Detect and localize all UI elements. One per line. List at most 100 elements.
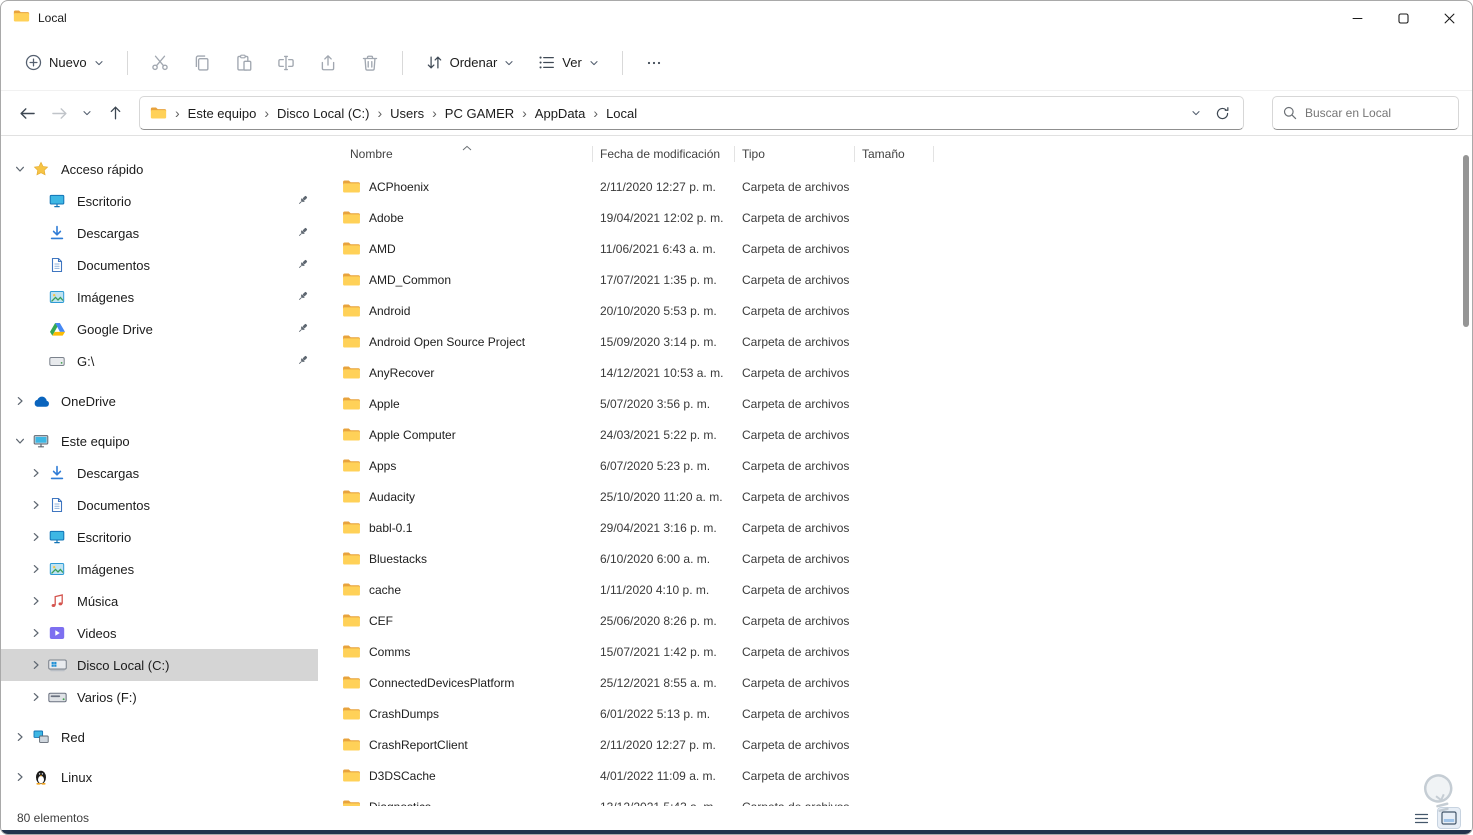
file-type: Carpeta de archivos (742, 210, 850, 225)
file-row[interactable]: AnyRecover 14/12/2021 10:53 a. m. Carpeta … (342, 357, 1472, 388)
sidebar-item[interactable]: Escritorio (1, 521, 318, 553)
file-row[interactable]: Android 20/10/2020 5:53 p. m. Carpeta de a… (342, 295, 1472, 326)
minimize-button[interactable] (1334, 1, 1380, 35)
chevron-right-icon[interactable] (11, 732, 29, 742)
copy-button[interactable] (183, 46, 221, 80)
file-row[interactable]: cache 1/11/2020 4:10 p. m. Carpeta de arch… (342, 574, 1472, 605)
breadcrumb-segment[interactable]: PC GAMER (445, 106, 514, 121)
sidebar-item[interactable]: Descargas (1, 217, 318, 249)
paste-button[interactable] (225, 46, 263, 80)
cut-button[interactable] (141, 46, 179, 80)
file-row[interactable]: CrashDumps 6/01/2022 5:13 p. m. Carpeta de… (342, 698, 1472, 729)
sidebar-item[interactable]: Imágenes (1, 281, 318, 313)
sidebar-item[interactable]: G:\ (1, 345, 318, 377)
delete-button[interactable] (351, 46, 389, 80)
breadcrumb-segment[interactable]: Users (390, 106, 424, 121)
column-header-size[interactable]: Tamaño (854, 137, 934, 171)
file-row[interactable]: CrashReportClient 2/11/2020 12:27 p. m. Ca… (342, 729, 1472, 760)
view-button[interactable]: Ver (528, 46, 609, 79)
breadcrumb-segment[interactable]: Local (606, 106, 637, 121)
breadcrumb-segment[interactable]: Disco Local (C:) (277, 106, 369, 121)
chevron-right-icon[interactable] (27, 532, 45, 542)
sidebar-item[interactable]: Videos (1, 617, 318, 649)
folder-icon (342, 427, 361, 442)
share-button[interactable] (309, 46, 347, 80)
pin-icon (296, 258, 309, 274)
file-row[interactable]: Adobe 19/04/2021 12:02 p. m. Carpeta de ar… (342, 202, 1472, 233)
file-row[interactable]: Bluestacks 6/10/2020 6:00 a. m. Carpeta de… (342, 543, 1472, 574)
breadcrumb-separator: › (377, 105, 383, 121)
file-date: 6/01/2022 5:13 p. m. (600, 706, 711, 721)
sidebar-item[interactable]: Disco Local (C:) (1, 649, 318, 681)
column-header-name[interactable]: Nombre (342, 137, 592, 171)
sidebar-item-label: Escritorio (77, 529, 132, 545)
new-button[interactable]: Nuevo (15, 46, 114, 79)
chevron-right-icon[interactable] (27, 564, 45, 574)
forward-button[interactable] (43, 97, 75, 129)
sidebar-item[interactable]: Varios (F:) (1, 681, 318, 713)
file-date: 17/07/2021 1:35 p. m. (600, 272, 717, 287)
chevron-right-icon[interactable] (27, 628, 45, 638)
chevron-right-icon[interactable] (27, 660, 45, 670)
chevron-right-icon[interactable] (11, 772, 29, 782)
sidebar-item-label: Acceso rápido (61, 161, 144, 177)
maximize-button[interactable] (1380, 1, 1426, 35)
sidebar-item[interactable]: Google Drive (1, 313, 318, 345)
up-button[interactable] (99, 97, 131, 129)
linux-icon (29, 769, 53, 785)
file-row[interactable]: AMD_Common 17/07/2021 1:35 p. m. Carpeta d… (342, 264, 1472, 295)
sidebar-item[interactable]: Red (1, 721, 318, 753)
file-row[interactable]: Comms 15/07/2021 1:42 p. m. Carpeta de arc… (342, 636, 1472, 667)
sidebar-item[interactable]: Descargas (1, 457, 318, 489)
file-row[interactable]: D3DSCache 4/01/2022 11:09 a. m. Carpeta de… (342, 760, 1472, 791)
sidebar-item[interactable]: OneDrive (1, 385, 318, 417)
chevron-right-icon[interactable] (27, 596, 45, 606)
sort-button[interactable]: Ordenar (416, 46, 525, 79)
recent-locations-button[interactable] (75, 97, 99, 129)
column-header-date[interactable]: Fecha de modificación (592, 137, 734, 171)
chevron-down-icon[interactable] (11, 436, 29, 446)
file-row[interactable]: AMD 11/06/2021 6:43 a. m. Carpeta de archi… (342, 233, 1472, 264)
vertical-scrollbar[interactable] (1463, 143, 1469, 800)
sidebar-item[interactable]: Documentos (1, 249, 318, 281)
address-bar[interactable]: › Este equipo › Disco Local (C:) › Users › PC G… (139, 96, 1244, 130)
file-row[interactable]: ACPhoenix 2/11/2020 12:27 p. m. Carpeta de… (342, 171, 1472, 202)
file-date: 15/09/2020 3:14 p. m. (600, 334, 717, 349)
address-dropdown-icon[interactable] (1183, 100, 1209, 126)
close-button[interactable] (1426, 1, 1472, 35)
chevron-right-icon[interactable] (27, 468, 45, 478)
file-row[interactable]: Diagnostics13/12/2021 5:43 a. m.Carpeta … (342, 791, 1472, 806)
sidebar-item[interactable]: Documentos (1, 489, 318, 521)
scrollbar-thumb[interactable] (1463, 155, 1469, 327)
sidebar-item[interactable]: Acceso rápido (1, 153, 318, 185)
breadcrumb-segment[interactable]: AppData (535, 106, 586, 121)
search-input[interactable] (1305, 106, 1450, 120)
rename-button[interactable] (267, 46, 305, 80)
file-row[interactable]: Apple 5/07/2020 3:56 p. m. Carpeta de arch… (342, 388, 1472, 419)
sidebar-item[interactable]: Linux (1, 761, 318, 793)
chevron-right-icon[interactable] (27, 500, 45, 510)
file-row[interactable]: babl-0.1 29/04/2021 3:16 p. m. Carpeta de … (342, 512, 1472, 543)
breadcrumb-segment[interactable]: Este equipo (188, 106, 257, 121)
file-row[interactable]: Apps 6/07/2020 5:23 p. m. Carpeta de archi… (342, 450, 1472, 481)
column-header-type[interactable]: Tipo (734, 137, 854, 171)
more-options-button[interactable] (636, 47, 672, 79)
file-row[interactable]: Apple Computer 24/03/2021 5:22 p. m. Carpe… (342, 419, 1472, 450)
file-name: AnyRecover (369, 365, 435, 380)
file-row[interactable]: CEF 25/06/2020 8:26 p. m. Carpeta de archi… (342, 605, 1472, 636)
file-row[interactable]: ConnectedDevicesPlatform 25/12/2021 8:55 … (342, 667, 1472, 698)
chevron-right-icon[interactable] (27, 692, 45, 702)
sidebar-item[interactable]: Este equipo (1, 425, 318, 457)
sidebar-item[interactable]: Escritorio (1, 185, 318, 217)
file-list: Nombre Fecha de modificación Tipo Tamaño… (318, 137, 1472, 806)
file-row[interactable]: Android Open Source Project 15/09/2020 3:… (342, 326, 1472, 357)
sidebar-item[interactable]: Imágenes (1, 553, 318, 585)
sidebar-item[interactable]: Música (1, 585, 318, 617)
folder-icon (342, 520, 361, 535)
file-name: ConnectedDevicesPlatform (369, 675, 515, 690)
chevron-down-icon[interactable] (11, 164, 29, 174)
chevron-right-icon[interactable] (11, 396, 29, 406)
back-button[interactable] (11, 97, 43, 129)
refresh-button[interactable] (1209, 100, 1235, 126)
file-row[interactable]: Audacity 25/10/2020 11:20 a. m. Carpeta de… (342, 481, 1472, 512)
